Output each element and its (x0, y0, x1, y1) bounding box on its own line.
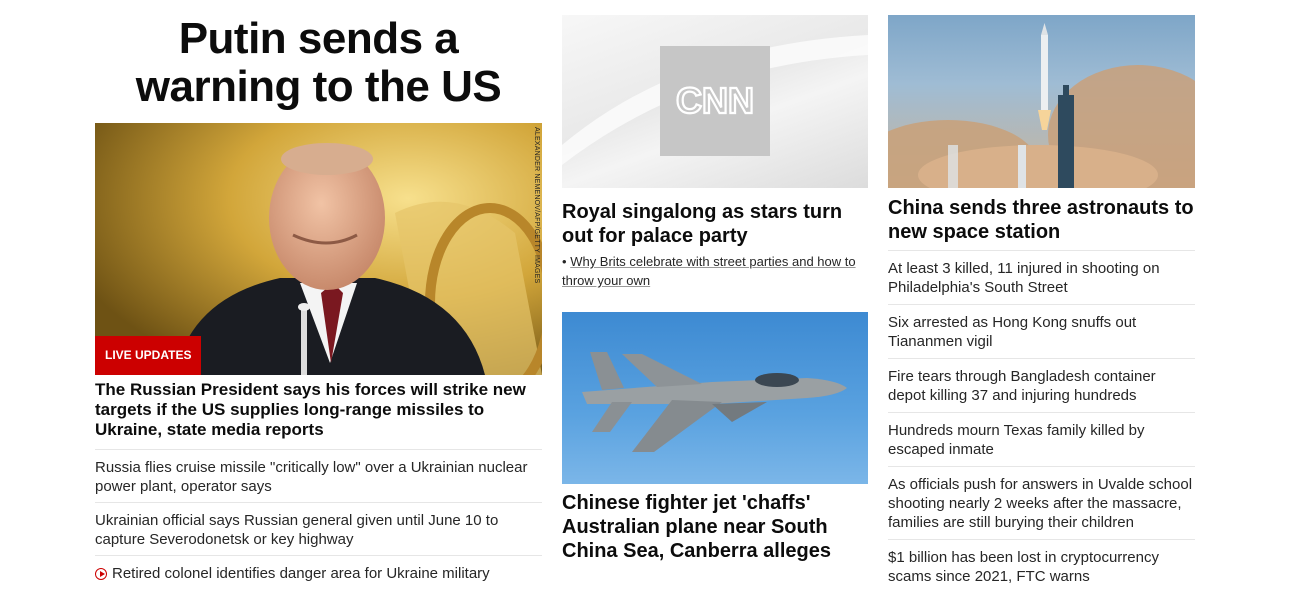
cnn-logo: CNN (660, 46, 770, 156)
list-item: Six arrested as Hong Kong snuffs out Tia… (888, 304, 1195, 358)
play-circle-icon (95, 568, 107, 580)
list-item: Retired colonel identifies danger area f… (95, 555, 542, 608)
fighter-jet-photo (582, 352, 847, 452)
bullet: • (562, 254, 567, 269)
lead-story-caption[interactable]: The Russian President says his forces wi… (95, 380, 542, 440)
lead-headline[interactable]: Putin sends a warning to the US (95, 15, 542, 111)
list-item: Hundreds mourn Texas family killed by es… (888, 412, 1195, 466)
story-link-4[interactable]: Hundreds mourn Texas family killed by es… (888, 421, 1195, 459)
story-link-5[interactable]: As officials push for answers in Uvalde … (888, 475, 1195, 532)
story-link-1[interactable]: At least 3 killed, 11 injured in shootin… (888, 259, 1195, 297)
royal-story-headline[interactable]: Royal singalong as stars turn out for pa… (562, 200, 868, 248)
story-link-6[interactable]: $1 billion has been lost in cryptocurren… (888, 548, 1195, 586)
fighter-jet-image[interactable] (562, 312, 868, 484)
fighter-jet-headline[interactable]: Chinese fighter jet 'chaffs' Australian … (562, 491, 868, 563)
video-link-label: Retired colonel identifies danger area f… (112, 565, 490, 582)
list-item: Ukrainian official says Russian general … (95, 502, 542, 555)
story-link-2[interactable]: Six arrested as Hong Kong snuffs out Tia… (888, 313, 1195, 351)
photo-credit: ALEXANDER NEMENOV/AFP/GETTY IMAGES (533, 127, 540, 284)
list-item: $1 billion has been lost in cryptocurren… (888, 539, 1195, 593)
space-launch-image[interactable] (888, 15, 1195, 188)
royal-sub-link: • Why Brits celebrate with street partie… (562, 252, 868, 290)
street-parties-link-label: Why Brits celebrate with street parties … (562, 254, 856, 288)
street-parties-link[interactable]: Why Brits celebrate with street parties … (562, 254, 856, 288)
royal-story-image[interactable]: CNN (562, 15, 868, 188)
list-item: Fire tears through Bangladesh container … (888, 358, 1195, 412)
list-item: At least 3 killed, 11 injured in shootin… (888, 250, 1195, 304)
related-links-list: Russia flies cruise missile "critically … (95, 449, 542, 608)
related-video-link[interactable]: Retired colonel identifies danger area f… (95, 556, 542, 583)
cnn-logo-icon: CNN (675, 79, 755, 122)
list-item: As officials push for answers in Uvalde … (888, 466, 1195, 539)
list-item: Russia flies cruise missile "critically … (95, 449, 542, 502)
live-updates-badge: LIVE UPDATES (95, 336, 202, 375)
space-station-headline[interactable]: China sends three astronauts to new spac… (888, 196, 1195, 244)
rocket-launch-photo (888, 23, 1195, 188)
top-stories-list: At least 3 killed, 11 injured in shootin… (888, 250, 1195, 593)
related-link-1[interactable]: Russia flies cruise missile "critically … (95, 450, 542, 496)
related-link-2[interactable]: Ukrainian official says Russian general … (95, 503, 542, 549)
cnn-logo-text: CNN (676, 80, 754, 121)
story-link-3[interactable]: Fire tears through Bangladesh container … (888, 367, 1195, 405)
lead-story-image[interactable]: ALEXANDER NEMENOV/AFP/GETTY IMAGES LIVE … (95, 123, 542, 375)
